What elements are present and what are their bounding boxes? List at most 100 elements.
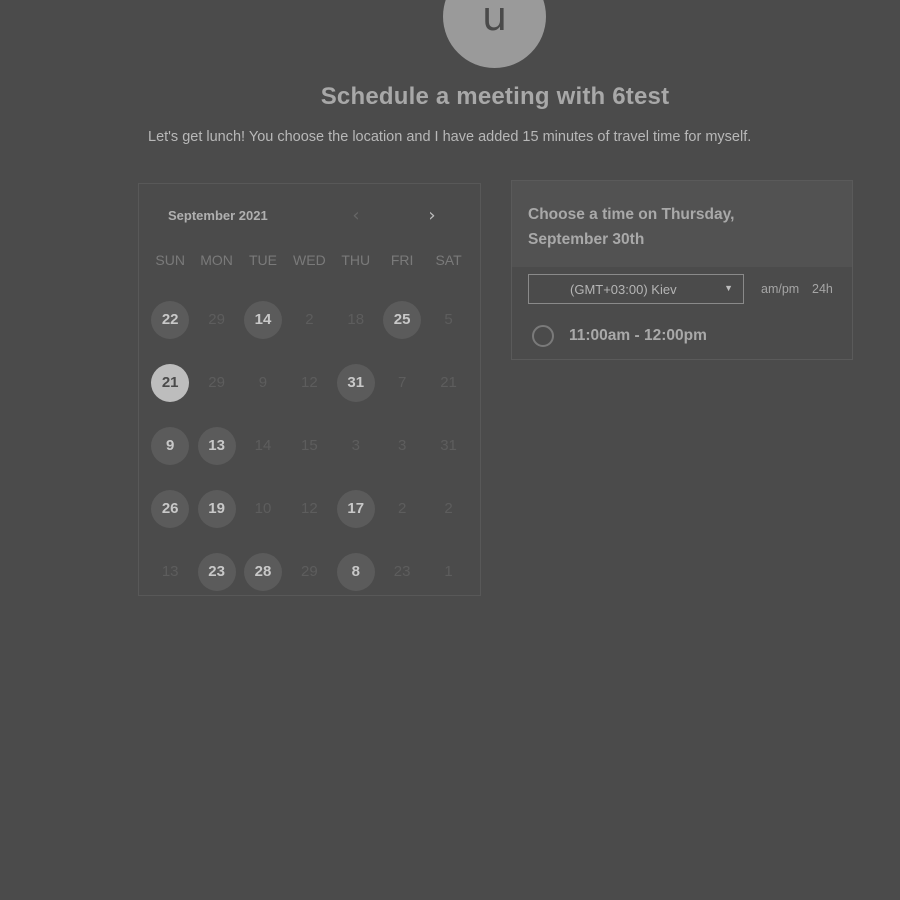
calendar-day: 23: [379, 540, 425, 603]
calendar-day: 18: [333, 288, 379, 351]
calendar-day-number: 13: [197, 426, 236, 465]
weekday-label: SUN: [155, 252, 185, 268]
calendar-day: 2: [425, 477, 471, 540]
calendar-day-number: 14: [243, 300, 282, 339]
calendar-week-row: 22 29 14 2 18 25 5: [147, 288, 477, 351]
weekday-label: FRI: [390, 252, 414, 268]
timezone-value: (GMT+03:00) Kiev: [570, 281, 677, 297]
calendar-week-row: 21 29 9 12 31 7 21: [147, 351, 477, 414]
calendar-day-number: 15: [301, 437, 318, 454]
calendar-day-number: 3: [351, 437, 360, 454]
calendar-day[interactable]: 14: [240, 288, 286, 351]
weekday-label: WED: [293, 252, 326, 268]
calendar-panel: September 2021 ‹ › SUN MON TUE WED THU F…: [138, 183, 481, 596]
calendar-day[interactable]: 9: [147, 414, 193, 477]
calendar-day-number: 9: [258, 374, 268, 391]
calendar-day: 29: [193, 351, 239, 414]
time-slot-label: 11:00am - 12:00pm: [569, 327, 707, 344]
calendar-day[interactable]: 19: [193, 477, 239, 540]
meeting-description: Let's get lunch! You choose the location…: [148, 129, 752, 145]
calendar-day[interactable]: 13: [193, 414, 239, 477]
calendar-day-number: 13: [161, 563, 179, 580]
caret-down-icon: ▼: [724, 283, 733, 293]
calendar-day-number: 10: [254, 500, 272, 517]
calendar-day: 3: [379, 414, 425, 477]
weekday-label: TUE: [248, 252, 277, 268]
calendar-day-number: 22: [151, 300, 190, 339]
calendar-day-number: 21: [440, 374, 457, 391]
calendar-day-number: 1: [444, 563, 453, 580]
month-label: September 2021: [168, 208, 268, 223]
calendar-day[interactable]: 22: [147, 288, 193, 351]
calendar-day-number: 31: [440, 437, 457, 454]
calendar-day: 1: [425, 540, 471, 603]
calendar-day: 2: [286, 288, 332, 351]
calendar-day[interactable]: 26: [147, 477, 193, 540]
weekday-label: MON: [200, 252, 233, 268]
calendar-day: 21: [425, 351, 471, 414]
calendar-day: 14: [240, 414, 286, 477]
calendar-week-row: 26 19 10 12 17 2 2: [147, 477, 477, 540]
chevron-right-icon[interactable]: ›: [422, 206, 442, 226]
avatar: u: [443, 0, 546, 68]
calendar-day-number: 5: [444, 311, 453, 328]
calendar-week-row: 13 23 28 29 8 23 1: [147, 540, 477, 603]
calendar-day: 2: [379, 477, 425, 540]
timezone-select[interactable]: (GMT+03:00) Kiev ▼: [528, 274, 744, 304]
calendar-day-number: 19: [197, 489, 236, 528]
calendar-day-number: 23: [393, 563, 411, 580]
radio-button[interactable]: [532, 325, 554, 347]
weekday-label: SAT: [435, 252, 462, 268]
calendar-day: 29: [286, 540, 332, 603]
chevron-left-icon[interactable]: ‹: [346, 206, 366, 226]
calendar-day-number: 21: [151, 363, 190, 402]
calendar-day-number: 12: [301, 500, 318, 517]
calendar-day: 15: [286, 414, 332, 477]
calendar-day-number: 2: [305, 311, 314, 328]
calendar-day-number: 14: [254, 437, 272, 454]
calendar-day-number: 8: [336, 552, 375, 591]
scheduling-page: u Schedule a meeting with 6test Let's ge…: [0, 0, 900, 900]
time-panel-header: Choose a time on Thursday, September 30t…: [512, 181, 852, 267]
time-panel: Choose a time on Thursday, September 30t…: [511, 180, 853, 360]
calendar-day[interactable]: 21: [147, 351, 193, 414]
calendar-day-number: 29: [208, 311, 225, 328]
calendar-day[interactable]: 28: [240, 540, 286, 603]
selected-date-title: Choose a time on Thursday, September 30t…: [528, 206, 735, 248]
calendar-day[interactable]: 8: [333, 540, 379, 603]
calendar-day-number: 3: [397, 437, 407, 454]
calendar-day: 9: [240, 351, 286, 414]
calendar-day-number: 31: [336, 363, 375, 402]
calendar-day: 3: [333, 414, 379, 477]
calendar-day-number: 7: [397, 374, 407, 391]
calendar-day: 5: [425, 288, 471, 351]
calendar-grid: 22 29 14 2 18 25 5 21 29 9 12 31 7 21 9 13 14 15 3 3 31 26 19 1…: [147, 288, 477, 603]
calendar-day: 12: [286, 351, 332, 414]
calendar-day-number: 28: [243, 552, 282, 591]
calendar-day[interactable]: 31: [333, 351, 379, 414]
page-title: Schedule a meeting with 6test: [320, 83, 670, 110]
calendar-day-number: 12: [301, 374, 318, 391]
calendar-day: 13: [147, 540, 193, 603]
calendar-day[interactable]: 23: [193, 540, 239, 603]
calendar-day-number: 18: [347, 311, 365, 328]
calendar-day-number: 2: [397, 500, 407, 517]
calendar-day: 10: [240, 477, 286, 540]
calendar-day-number: 29: [301, 563, 318, 580]
time-slot[interactable]: 11:00am - 12:00pm: [532, 323, 707, 349]
weekday-label: THU: [341, 252, 371, 268]
24h-format-toggle[interactable]: 24h: [812, 282, 833, 296]
calendar-day-number: 9: [151, 426, 190, 465]
calendar-day-number: 25: [383, 300, 422, 339]
avatar-initial: u: [481, 0, 508, 40]
calendar-day: 31: [425, 414, 471, 477]
weekday-header: SUN MON TUE WED THU FRI SAT: [147, 252, 477, 268]
calendar-day[interactable]: 25: [379, 288, 425, 351]
calendar-day-number: 17: [336, 489, 375, 528]
ampm-format-toggle[interactable]: am/pm: [761, 282, 799, 296]
calendar-day: 7: [379, 351, 425, 414]
calendar-day[interactable]: 17: [333, 477, 379, 540]
calendar-day: 12: [286, 477, 332, 540]
calendar-week-row: 9 13 14 15 3 3 31: [147, 414, 477, 477]
calendar-day-number: 29: [208, 374, 225, 391]
